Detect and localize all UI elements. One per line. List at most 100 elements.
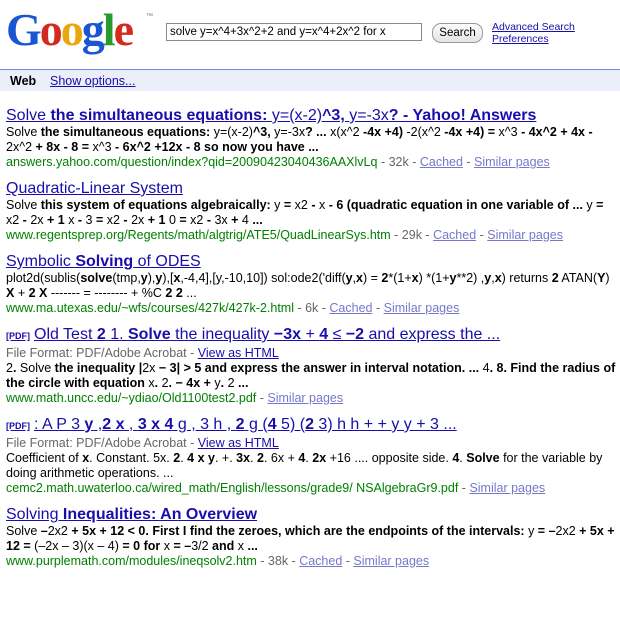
result-size: - 32k - [377, 155, 420, 169]
cached-link[interactable]: Cached [299, 554, 342, 568]
logo-letter: g [81, 4, 105, 55]
result-url-line: www.purplemath.com/modules/ineqsolv2.htm… [6, 554, 616, 569]
result-title-link[interactable]: [PDF] Old Test 2 1. Solve the inequality … [6, 325, 616, 346]
title-bold: 3 x 4 [137, 416, 174, 433]
pdf-tag: [PDF] [6, 331, 30, 341]
snippet-bold: 2x [312, 451, 327, 465]
similar-pages-link[interactable]: Similar pages [487, 228, 563, 242]
separator: - [342, 554, 354, 568]
result-title-link[interactable]: Symbolic Solving of ODES [6, 252, 616, 271]
google-logo[interactable]: Google [6, 2, 134, 58]
snippet-bold: x [356, 271, 363, 285]
snippet-text: x^3 [498, 125, 518, 139]
result-url: cemc2.math.uwaterloo.ca/wired_math/Engli… [6, 481, 459, 495]
snippet-bold: - 6x^2 +12x - 8 so now you have ... [111, 140, 319, 154]
snippet-bold: 2 [257, 451, 264, 465]
snippet-bold: + 8x - 8 = [32, 140, 93, 154]
snippet-text: 3x [214, 213, 228, 227]
title-bold: ^3, [322, 107, 350, 124]
show-options-link[interactable]: Show options... [50, 74, 135, 88]
title-bold: 4 [319, 326, 329, 343]
similar-pages-link[interactable]: Similar pages [474, 155, 550, 169]
title-text: g , 3 h , [173, 416, 236, 433]
title-bold: 2 [235, 416, 245, 433]
title-text: Solve [6, 107, 47, 124]
search-result: Quadratic-Linear System Solve this system… [6, 179, 616, 243]
snippet-bold: – [37, 524, 48, 538]
results-bar: Web Show options... [0, 69, 620, 91]
search-result: [PDF]: A P 3 y , 2 x , 3 x 4 g , 3 h , 2 … [6, 415, 616, 496]
result-title-link[interactable]: Quadratic-Linear System [6, 179, 616, 198]
cached-link[interactable]: Cached [433, 228, 476, 242]
similar-pages-link[interactable]: Similar pages [384, 301, 460, 315]
file-format-label: File Format: PDF/Adobe Acrobat - [6, 436, 198, 450]
cached-link[interactable]: Cached [420, 155, 463, 169]
result-title-text[interactable]: Symbolic Solving of ODES [6, 253, 201, 270]
similar-pages-link[interactable]: Similar pages [469, 481, 545, 495]
cached-link[interactable]: Cached [329, 301, 372, 315]
snippet-text: 2 [227, 376, 235, 390]
similar-pages-link[interactable]: Similar pages [267, 391, 343, 405]
search-result: Symbolic Solving of ODES plot2d(sublis(so… [6, 252, 616, 316]
title-text: , [124, 416, 138, 433]
snippet-bold: + 1 [144, 213, 169, 227]
title-bold: 2 x [102, 416, 125, 433]
result-title-text[interactable]: Solve the simultaneous equations: y=(x-2… [6, 107, 536, 124]
preferences-link[interactable]: Preferences [492, 33, 575, 45]
snippet-bold: = – [534, 524, 556, 538]
result-title-link[interactable]: Solving Inequalities: An Overview [6, 505, 616, 524]
advanced-search-link[interactable]: Advanced Search [492, 21, 575, 33]
title-text: y=(x-2) [271, 107, 323, 124]
snippet-text: Solve [6, 524, 38, 538]
snippet-bold: x [494, 271, 502, 285]
title-bold: Inequalities: An Overview [58, 506, 258, 523]
snippet-bold: . [12, 361, 20, 375]
search-result: Solving Inequalities: An Overview Solve –… [6, 505, 616, 569]
result-title-link[interactable]: [PDF]: A P 3 y ,2 x , 3 x 4 g , 3 h , 2 … [6, 415, 616, 436]
result-title-text[interactable]: Old Test 2 1. Solve the inequality −3x +… [34, 326, 500, 343]
snippet-bold: 2 [28, 286, 36, 300]
snippet-bold: - 4x^2 + 4x - [517, 125, 593, 139]
file-format: File Format: PDF/Adobe Acrobat - View as… [6, 436, 616, 451]
title-text: g ( [244, 416, 268, 433]
snippet-text: ) returns [501, 271, 552, 285]
snippet-bold: y [140, 271, 148, 285]
search-input[interactable] [166, 23, 422, 41]
snippet-bold: 2 [175, 286, 183, 300]
snippet-bold: y [345, 271, 353, 285]
snippet-bold: ? ... [305, 125, 331, 139]
snippet-bold: - [119, 213, 132, 227]
search-result: [PDF] Old Test 2 1. Solve the inequality … [6, 325, 616, 406]
view-as-html-link[interactable]: View as HTML [198, 436, 279, 450]
snippet-text: + [14, 286, 29, 300]
result-title-text[interactable]: Solving Inequalities: An Overview [6, 506, 257, 523]
title-text: + [301, 326, 320, 343]
snippet-text: 2x2 [555, 524, 576, 538]
snippet-text: Solve [19, 361, 52, 375]
result-snippet: 2. Solve the inequality |2x − 3| > 5 and… [6, 361, 616, 391]
snippet-text: Solve [6, 198, 38, 212]
snippet-bold: + 5x + 12 < 0. First I find the zeroes, … [67, 524, 529, 538]
title-bold: the simultaneous equations: [46, 107, 272, 124]
search-button[interactable]: Search [432, 23, 483, 43]
result-title-text[interactable]: Quadratic-Linear System [6, 180, 183, 197]
result-title-link[interactable]: Solve the simultaneous equations: y=(x-2… [6, 106, 616, 125]
snippet-text: . +. [214, 451, 237, 465]
result-url: www.math.uncc.edu/~ydiao/Old1100test2.pd… [6, 391, 257, 405]
snippet-text: Solve [6, 125, 38, 139]
view-as-html-link[interactable]: View as HTML [198, 346, 279, 360]
result-title-text[interactable]: : A P 3 y ,2 x , 3 x 4 g , 3 h , 2 g (4 … [34, 416, 457, 433]
snippet-text: 2x^2 [6, 140, 33, 154]
title-bold: −2 [345, 326, 365, 343]
snippet-bold: ... [244, 539, 258, 553]
snippet-text: 2x2 [47, 524, 68, 538]
snippet-text: 2x [142, 361, 156, 375]
snippet-text: x2 [190, 213, 204, 227]
snippet-text: 0 [168, 213, 176, 227]
snippet-bold: 3x [236, 451, 251, 465]
similar-pages-link[interactable]: Similar pages [353, 554, 429, 568]
snippet-text: ... [182, 286, 197, 300]
results-list: Solve the simultaneous equations: y=(x-2… [6, 106, 616, 578]
title-bold: Solve [127, 326, 171, 343]
snippet-text: ) = [363, 271, 382, 285]
